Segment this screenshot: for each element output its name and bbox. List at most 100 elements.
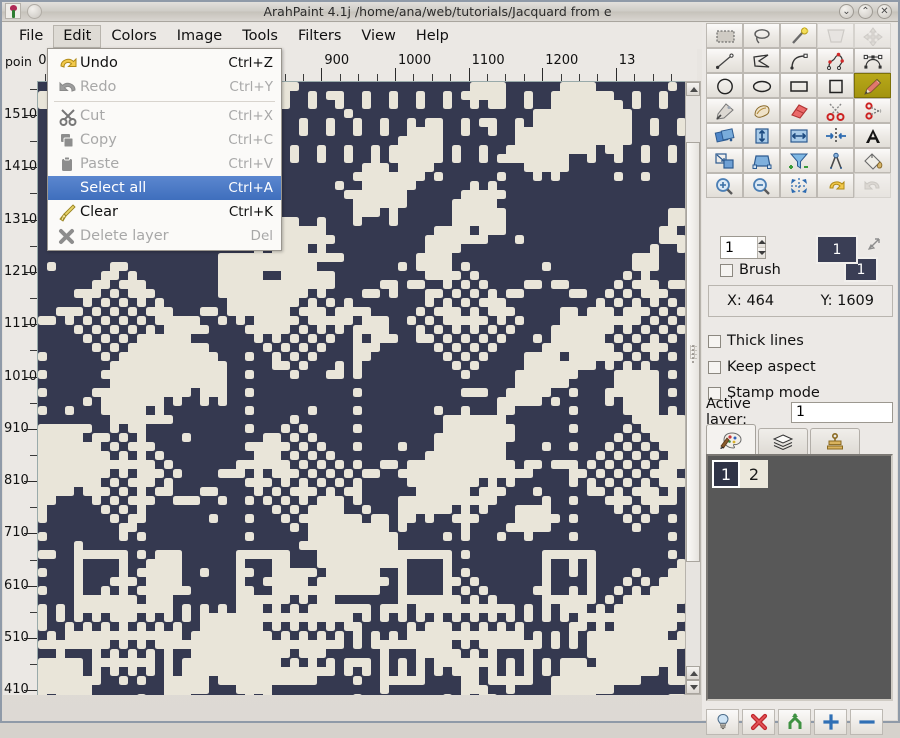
hruler-minor-tick <box>597 74 599 81</box>
move-tool <box>854 23 891 48</box>
copy-layer-tool[interactable] <box>706 123 743 148</box>
remove-color-button[interactable] <box>850 709 883 735</box>
palette-swatch-1[interactable]: 1 <box>712 460 740 488</box>
menu-item-accelerator: Ctrl+C <box>228 132 273 148</box>
hruler-minor-tick <box>413 74 415 81</box>
layers-icon <box>772 434 794 451</box>
keep-aspect-label: Keep aspect <box>727 359 816 375</box>
copy-icon <box>54 131 80 150</box>
compass-tool[interactable] <box>817 148 854 173</box>
minimize-button[interactable]: ⌄ <box>839 4 854 19</box>
rectangle-tool[interactable] <box>780 73 817 98</box>
coord-y-value: 1609 <box>837 293 874 309</box>
polyline-tool[interactable] <box>743 48 780 73</box>
menu-item-accelerator: Ctrl+Y <box>229 79 273 95</box>
pencil-tool[interactable] <box>854 73 891 98</box>
menu-tools[interactable]: Tools <box>232 25 288 48</box>
close-button[interactable]: ✕ <box>877 4 892 19</box>
hruler-label: 1100 <box>471 53 505 68</box>
zoom-out-tool[interactable] <box>743 173 780 198</box>
menu-help[interactable]: Help <box>406 25 459 48</box>
flip-vertical-tool[interactable] <box>743 123 780 148</box>
mirror-tool[interactable] <box>817 123 854 148</box>
scissors-icon <box>54 107 80 126</box>
menu-image[interactable]: Image <box>167 25 232 48</box>
scroll-down-button[interactable] <box>686 680 700 694</box>
fill-tool[interactable] <box>854 148 891 173</box>
foreground-color-swatch[interactable]: 1 <box>816 235 858 264</box>
active-layer-stepper[interactable] <box>791 401 900 423</box>
flip-horizontal-tool[interactable] <box>780 123 817 148</box>
brush-size-up[interactable] <box>757 237 766 248</box>
tab-palette[interactable] <box>706 424 756 455</box>
rect-select-tool[interactable] <box>706 23 743 48</box>
curve-tool[interactable] <box>780 48 817 73</box>
lasso-tool[interactable] <box>743 23 780 48</box>
scissors-dashed-icon <box>864 101 881 120</box>
scroll-up-button-2[interactable] <box>686 666 700 680</box>
window-menu-button[interactable] <box>27 4 42 19</box>
thick-lines-checkbox[interactable] <box>708 334 721 348</box>
palette-swatch-2[interactable]: 2 <box>740 460 768 488</box>
merge-colors-button[interactable] <box>778 709 811 735</box>
funnel-tool[interactable] <box>780 148 817 173</box>
curve-icon <box>789 53 808 70</box>
menu-item-undo[interactable]: Undo Ctrl+Z <box>48 51 281 75</box>
keep-aspect-option[interactable]: Keep aspect <box>708 357 893 377</box>
menu-item-label: Copy <box>80 132 117 148</box>
cut-dashed-tool[interactable] <box>854 98 891 123</box>
brush-size-down[interactable] <box>757 248 766 258</box>
delete-color-button[interactable] <box>742 709 775 735</box>
zoom-in-tool[interactable] <box>706 173 743 198</box>
bezier-tool[interactable] <box>854 48 891 73</box>
line-tool[interactable] <box>706 48 743 73</box>
smudge-shell-icon <box>753 104 769 118</box>
fit-view-tool[interactable] <box>780 173 817 198</box>
menu-edit[interactable]: Edit <box>53 24 102 48</box>
smudge-tool[interactable] <box>743 98 780 123</box>
brush-checkbox[interactable] <box>720 263 733 277</box>
square-tool[interactable] <box>817 73 854 98</box>
text-tool[interactable] <box>854 123 891 148</box>
color-palette-panel[interactable]: 12 <box>706 454 893 701</box>
active-layer-input[interactable] <box>792 402 900 422</box>
undo-tool[interactable] <box>817 173 854 198</box>
menu-filters[interactable]: Filters <box>288 25 351 48</box>
menu-file[interactable]: File <box>9 25 53 48</box>
menu-view[interactable]: View <box>351 25 405 48</box>
swap-colors-icon[interactable] <box>866 235 884 253</box>
keep-aspect-checkbox[interactable] <box>708 360 721 374</box>
maximize-button[interactable]: ⌃ <box>858 4 873 19</box>
brush-checkbox-row[interactable]: Brush <box>720 262 781 278</box>
freehand-curve-tool[interactable] <box>817 48 854 73</box>
eraser-tool[interactable] <box>780 98 817 123</box>
hint-button[interactable] <box>706 709 739 735</box>
thick-lines-option[interactable]: Thick lines <box>708 331 893 351</box>
tab-stamps[interactable] <box>810 428 860 455</box>
add-color-button[interactable] <box>814 709 847 735</box>
thick-lines-label: Thick lines <box>727 333 804 349</box>
airbrush-icon <box>715 102 734 120</box>
edit-dropdown-menu[interactable]: Undo Ctrl+Z Redo Ctrl+Y Cut Ctrl+X Copy Ctrl+C P… <box>47 48 282 251</box>
cut-shape-tool[interactable] <box>817 98 854 123</box>
brush-size-input[interactable] <box>721 237 757 258</box>
transform-icon <box>714 152 734 169</box>
vruler-minor-tick <box>30 664 37 666</box>
airbrush-tool[interactable] <box>706 98 743 123</box>
scroll-up-button[interactable] <box>686 82 700 96</box>
menu-item-select-all[interactable]: Select all Ctrl+A <box>48 176 281 200</box>
brush-size-stepper[interactable] <box>720 236 766 259</box>
move-arrows-icon <box>862 26 883 46</box>
menu-colors[interactable]: Colors <box>101 25 166 48</box>
circle-tool[interactable] <box>706 73 743 98</box>
tab-layers[interactable] <box>758 428 808 455</box>
rectangle-select-icon <box>716 30 734 42</box>
magic-wand-tool[interactable] <box>780 23 817 48</box>
menu-item-clear[interactable]: Clear Ctrl+K <box>48 200 281 224</box>
vertical-ruler[interactable]: 1510 1410 1310 1210 1110 1010 910 810 710 610 510 4… <box>3 81 37 695</box>
transform-tool[interactable] <box>706 148 743 173</box>
ellipse-tool[interactable] <box>743 73 780 98</box>
panel-splitter-handle[interactable] <box>689 340 697 368</box>
vertical-scrollbar[interactable] <box>685 81 701 695</box>
trapezoid-tool[interactable] <box>743 148 780 173</box>
